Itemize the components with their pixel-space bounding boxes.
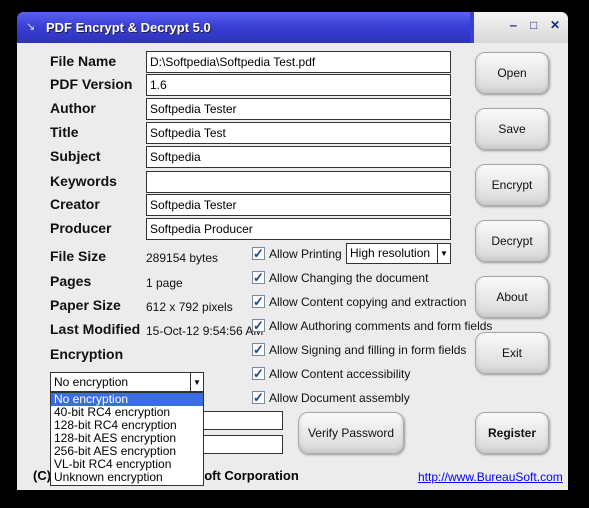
encrypt-button[interactable]: Encrypt — [475, 164, 549, 206]
permission-checkbox[interactable]: ✓ — [252, 391, 265, 404]
info-label: File Size — [50, 248, 107, 264]
app-icon: ↘ — [26, 21, 36, 33]
exit-button[interactable]: Exit — [475, 332, 549, 374]
info-value: 289154 bytes — [146, 251, 219, 265]
field-input[interactable]: Softpedia Test — [146, 122, 451, 144]
field-label: Producer — [50, 220, 112, 236]
info-label: Paper Size — [50, 297, 121, 313]
field-label: PDF Version — [50, 76, 133, 92]
field-label: Title — [50, 124, 79, 140]
field-input[interactable]: 1.6 — [146, 74, 451, 96]
website-link[interactable]: http://www.BureauSoft.com — [418, 470, 563, 484]
field-input[interactable]: Softpedia — [146, 146, 451, 168]
maximize-icon[interactable]: □ — [530, 18, 537, 32]
printing-select[interactable]: High resolution ▼ — [346, 243, 451, 264]
permission-label: Allow Authoring comments and form fields — [269, 319, 493, 333]
register-button[interactable]: Register — [475, 412, 549, 454]
field-label: Subject — [50, 148, 101, 164]
window-title: PDF Encrypt & Decrypt 5.0 — [46, 20, 211, 35]
open-button[interactable]: Open — [475, 52, 549, 94]
save-button[interactable]: Save — [475, 108, 549, 150]
permission-checkbox[interactable]: ✓ — [252, 367, 265, 380]
main-window: ↘ PDF Encrypt & Decrypt 5.0 ‒ □ ✕ File N… — [17, 12, 568, 490]
field-input[interactable]: Softpedia Tester — [146, 194, 451, 216]
info-value: 15-Oct-12 9:54:56 AM — [146, 324, 264, 338]
chevron-down-icon[interactable]: ▼ — [190, 373, 203, 391]
field-label: Creator — [50, 196, 100, 212]
permission-checkbox[interactable]: ✓ — [252, 271, 265, 284]
title-bar: ↘ PDF Encrypt & Decrypt 5.0 ‒ □ ✕ — [17, 12, 568, 43]
field-input[interactable]: Softpedia Tester — [146, 98, 451, 120]
info-label: Last Modified — [50, 321, 141, 337]
encryption-select[interactable]: No encryption ▼ — [50, 372, 204, 392]
field-label: Keywords — [50, 173, 117, 189]
about-button[interactable]: About — [475, 276, 549, 318]
printing-value: High resolution — [350, 246, 431, 260]
close-icon[interactable]: ✕ — [550, 18, 560, 32]
field-label: Author — [50, 100, 96, 116]
encryption-dropdown-list: No encryption 40-bit RC4 encryption 128-bi… — [50, 392, 204, 486]
permission-label: Allow Printing — [269, 247, 342, 261]
permission-checkbox[interactable]: ✓ — [252, 247, 265, 260]
encryption-label: Encryption — [50, 346, 124, 362]
minimize-icon[interactable]: ‒ — [510, 18, 517, 32]
permission-label: Allow Changing the document — [269, 271, 429, 285]
info-value: 612 x 792 pixels — [146, 300, 233, 314]
encryption-option[interactable]: Unknown encryption — [51, 471, 203, 484]
permission-label: Allow Content accessibility — [269, 367, 411, 381]
password-field[interactable] — [200, 411, 283, 430]
permission-checkbox[interactable]: ✓ — [252, 343, 265, 356]
info-label: Pages — [50, 273, 92, 289]
permission-label: Allow Content copying and extraction — [269, 295, 467, 309]
decrypt-button[interactable]: Decrypt — [475, 220, 549, 262]
chevron-down-icon[interactable]: ▼ — [437, 244, 450, 263]
verify-password-button[interactable]: Verify Password — [298, 412, 404, 454]
encryption-value: No encryption — [54, 375, 129, 389]
field-label: File Name — [50, 53, 117, 69]
field-input[interactable]: D:\Softpedia\Softpedia Test.pdf — [146, 51, 451, 73]
permission-label: Allow Signing and filling in form fields — [269, 343, 467, 357]
field-input[interactable]: Softpedia Producer — [146, 218, 451, 240]
permission-checkbox[interactable]: ✓ — [252, 295, 265, 308]
confirm-password-field[interactable] — [200, 435, 283, 454]
permission-checkbox[interactable]: ✓ — [252, 319, 265, 332]
field-input[interactable] — [146, 171, 451, 193]
permission-label: Allow Document assembly — [269, 391, 410, 405]
info-value: 1 page — [146, 276, 183, 290]
window-controls: ‒ □ ✕ — [470, 12, 568, 43]
